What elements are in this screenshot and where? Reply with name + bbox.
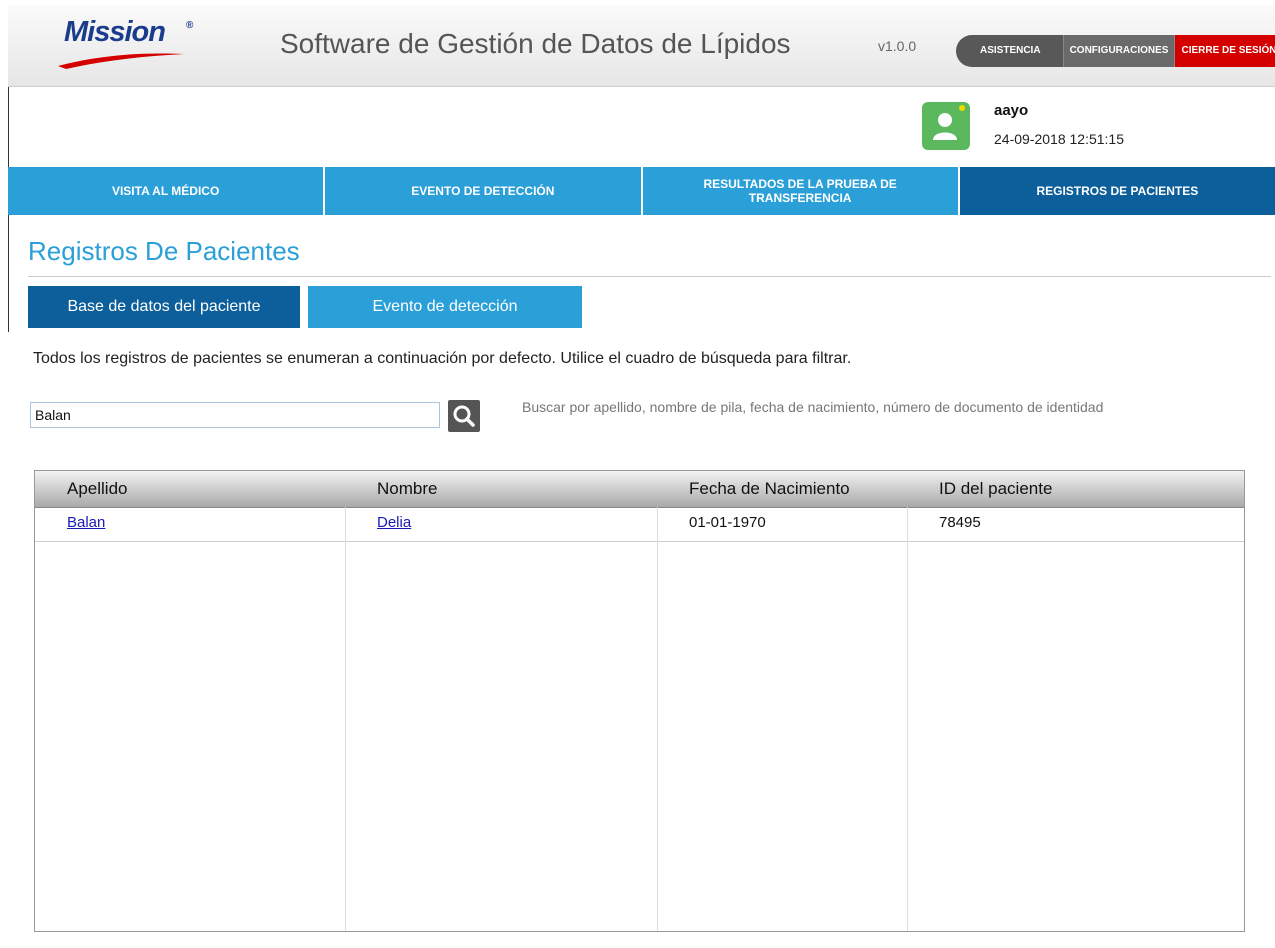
username: aayo [994, 102, 1029, 119]
instructions-text: Todos los registros de pacientes se enum… [33, 350, 852, 367]
nav-patient-records[interactable]: REGISTROS DE PACIENTES [959, 167, 1275, 215]
cell-last-name: Balan [35, 508, 345, 541]
app-version: v1.0.0 [878, 38, 917, 54]
column-divider [907, 507, 908, 931]
page-title: Registros De Pacientes [28, 236, 300, 266]
table-row[interactable]: Balan Delia 01-01-1970 78495 [35, 508, 1244, 542]
subtab-bar: Base de datos del paciente Evento de det… [28, 286, 582, 328]
search-icon [453, 405, 475, 427]
main-nav: VISITA AL MÉDICO EVENTO DE DETECCIÓN RES… [8, 167, 1275, 215]
column-header-patient-id[interactable]: ID del paciente [907, 471, 1244, 507]
top-button-group: ASISTENCIA CONFIGURACIONES CIERRE DE SES… [956, 35, 1275, 67]
settings-button[interactable]: CONFIGURACIONES [1063, 35, 1176, 67]
table-header: Apellido Nombre Fecha de Nacimiento ID d… [35, 471, 1244, 508]
nav-doctor-visit[interactable]: VISITA AL MÉDICO [8, 167, 326, 215]
user-icon [933, 105, 965, 140]
title-divider [28, 276, 1271, 277]
first-name-link[interactable]: Delia [377, 514, 411, 531]
app-title: Software de Gestión de Datos de Lípidos [280, 28, 791, 59]
mission-logo: Mission ® [56, 16, 206, 76]
avatar [922, 102, 970, 150]
tab-detection-event[interactable]: Evento de detección [308, 286, 582, 328]
search-button[interactable] [448, 400, 480, 432]
logo-swoosh-icon [58, 53, 184, 69]
nav-transfer-test-results[interactable]: RESULTADOS DE LA PRUEBA DE TRANSFERENCIA [642, 167, 960, 215]
search-hint: Buscar por apellido, nombre de pila, fec… [522, 399, 1104, 415]
nav-detection-event[interactable]: EVENTO DE DETECCIÓN [325, 167, 643, 215]
search-input[interactable] [30, 402, 440, 428]
cell-patient-id: 78495 [939, 514, 981, 531]
session-datetime: 24-09-2018 12:51:15 [994, 131, 1124, 147]
logout-button[interactable]: CIERRE DE SESIÓN [1175, 35, 1275, 67]
patient-table: Apellido Nombre Fecha de Nacimiento ID d… [34, 470, 1245, 932]
app-header: Mission ® Software de Gestión de Datos d… [8, 6, 1275, 87]
column-divider [657, 507, 658, 931]
cell-birth-date: 01-01-1970 [689, 514, 766, 531]
column-header-first-name[interactable]: Nombre [345, 471, 657, 507]
cell-first-name: Delia [345, 508, 657, 541]
column-header-birth-date[interactable]: Fecha de Nacimiento [657, 471, 907, 507]
logo-text: Mission [64, 16, 166, 48]
last-name-link[interactable]: Balan [67, 514, 105, 531]
column-divider [345, 507, 346, 931]
help-button[interactable]: ASISTENCIA [956, 35, 1064, 67]
tab-patient-database[interactable]: Base de datos del paciente [28, 286, 300, 328]
logo-registered-mark: ® [186, 20, 194, 31]
column-header-last-name[interactable]: Apellido [35, 471, 345, 507]
